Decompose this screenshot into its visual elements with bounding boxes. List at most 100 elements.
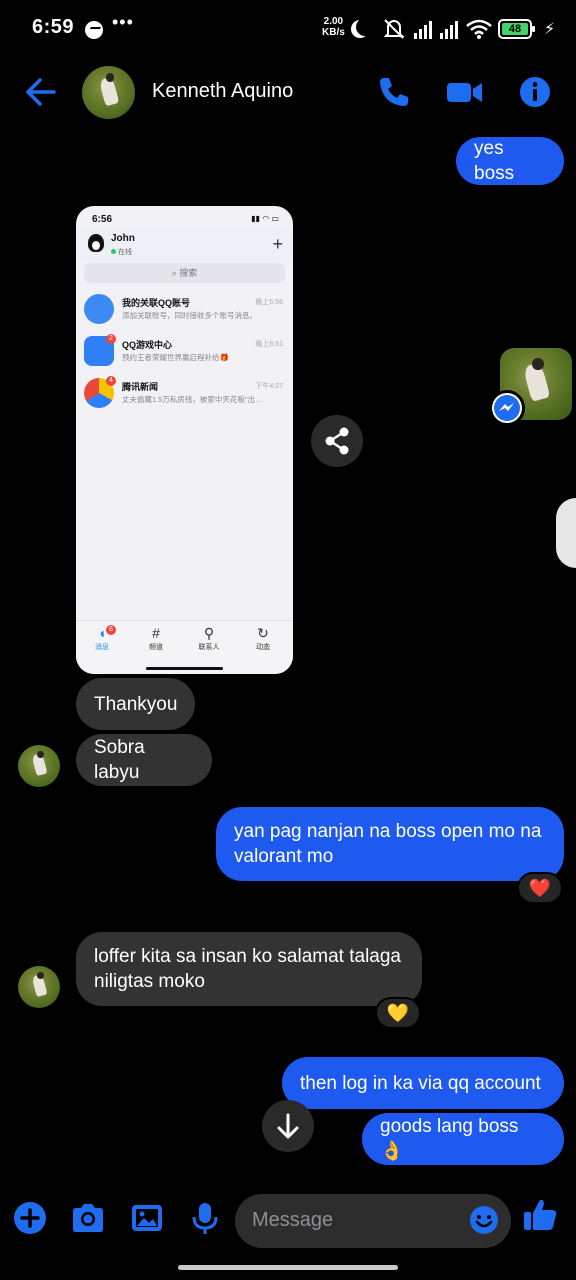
video-call-button[interactable] [446,74,482,110]
refresh-icon: ↻ [257,625,269,641]
like-button[interactable] [522,1196,558,1232]
message-input-placeholder: Message [252,1209,334,1231]
message-reaction[interactable]: ❤️ [517,872,563,904]
message-outgoing[interactable]: then log in ka via qq account [282,1057,564,1109]
shot-row-badge: 4 [106,376,116,386]
shot-header: John 在线 + [76,228,293,262]
hashtag-icon: # [152,625,160,641]
silent-bell-icon [382,18,406,40]
share-button[interactable] [311,415,363,467]
person-icon: ⚲ [203,625,215,641]
chat-bubble-icon: ◖ [97,625,107,641]
network-speed-unit: KB/s [322,27,345,38]
back-button[interactable] [22,74,62,110]
message-text: goods lang boss 👌 [380,1116,519,1162]
shot-row-badge: 2 [106,334,116,344]
message-outgoing[interactable]: goods lang boss 👌 [362,1113,564,1165]
image-icon [132,1205,162,1231]
shot-online-status: 在线 [111,247,132,257]
shot-row-title: 我的关联QQ账号 [122,298,191,308]
info-button[interactable] [517,74,553,110]
back-arrow-icon [26,78,56,106]
shot-row-title: QQ游戏中心 [122,340,173,350]
shot-tab-label: 联系人 [198,644,220,651]
voice-call-button[interactable] [376,74,412,110]
message-list[interactable]: yes boss 6:56 ▮▮ ◠ ▭ John 在线 + ⌕ 搜索 我的关联… [0,128,576,1188]
emoji-button[interactable] [469,1205,499,1235]
shot-tab-label: 动态 [256,644,270,651]
shot-list-item: 我的关联QQ账号 添加关联账号，同时接收多个账号消息。 晚上6:56 [84,292,285,332]
shot-status-icons: ▮▮ ◠ ▭ [251,214,279,223]
gallery-button[interactable] [129,1200,165,1236]
shot-tab-channels: # 频道 [136,625,176,652]
shot-tab-badge: 8 [106,625,116,635]
charging-icon: ⚡ [544,21,556,38]
message-text: Thankyou [94,693,178,715]
message-incoming[interactable]: Thankyou [76,678,195,730]
shot-row-subtitle: 添加关联账号，同时接收多个账号消息。 [122,311,257,320]
home-indicator[interactable] [178,1265,398,1270]
network-speed-value: 2.00 [323,16,344,27]
more-notifications-icon: ••• [112,12,134,32]
shot-list-item: 4 腾讯新闻 丈夫偷藏1.5万私房钱，被家中天花板"出… 下午4:27 [84,376,285,416]
shot-tab-label: 频道 [149,644,163,651]
message-outgoing[interactable]: yes boss [456,137,564,185]
shot-row-subtitle: 丈夫偷藏1.5万私房钱，被家中天花板"出… [122,395,263,404]
battery-level: 48 [502,23,528,35]
contact-name[interactable]: Kenneth Aquino [152,80,293,103]
linked-account-icon [84,294,114,324]
info-icon [520,77,550,107]
shot-tab-bar: ◖ 8 消息 # 频道 ⚲ 联系人 ↻ 动态 [76,620,293,674]
shot-tab-contacts: ⚲ 联系人 [189,625,229,652]
shot-row-subtitle: 预约王者荣耀世界赢启程补给🎁 [122,353,229,362]
messenger-notification-icon [85,21,103,39]
message-input[interactable]: Message [235,1194,511,1248]
status-time: 6:59 [32,16,75,38]
signal-icon-1 [414,19,432,39]
message-text: yes boss [474,138,515,184]
smiley-icon [470,1206,498,1234]
voice-message-button[interactable] [187,1200,223,1236]
share-icon [325,427,349,455]
status-bar: 6:59 ••• 2.00 KB/s 48 ⚡ [0,0,576,56]
message-text: then log in ka via qq account [300,1072,541,1094]
shot-search-label: 搜索 [179,268,198,278]
shot-username: John [111,233,135,244]
camera-icon [73,1204,103,1232]
shot-row-time: 晚上6:51 [255,341,283,348]
contact-avatar[interactable] [82,66,135,119]
signal-icon-2 [440,19,458,39]
phone-icon [380,78,408,106]
sender-avatar[interactable] [18,966,60,1008]
message-text: loffer kita sa insan ko salamat talaga n… [94,946,401,992]
shared-screenshot-image[interactable]: 6:56 ▮▮ ◠ ▭ John 在线 + ⌕ 搜索 我的关联QQ账号 添加关联… [76,206,293,674]
shot-tab-messages: ◖ 8 消息 [82,625,122,652]
shot-tab-feed: ↻ 动态 [243,625,283,652]
message-composer: Message [0,1188,576,1258]
message-reaction[interactable]: 💛 [375,997,421,1029]
message-text: yan pag nanjan na boss open mo na valora… [234,821,542,867]
scroll-to-bottom-button[interactable] [262,1100,314,1152]
plus-circle-icon [14,1202,46,1234]
qq-penguin-icon [88,234,104,252]
shot-row-time: 晚上6:56 [255,299,283,306]
message-incoming[interactable]: loffer kita sa insan ko salamat talaga n… [76,932,422,1006]
shot-home-indicator [146,667,223,670]
network-speed: 2.00 KB/s [322,16,345,38]
message-text: Sobra labyu [94,737,145,783]
camera-button[interactable] [70,1200,106,1236]
plus-icon: + [272,234,283,254]
shot-search-bar: ⌕ 搜索 [84,263,285,283]
shot-row-time: 下午4:27 [255,383,283,390]
chat-header: Kenneth Aquino [0,56,576,128]
arrow-down-icon [277,1113,299,1139]
thumbs-up-icon [524,1199,557,1230]
wifi-icon [466,18,492,40]
message-outgoing[interactable]: yan pag nanjan na boss open mo na valora… [216,807,564,881]
sender-avatar[interactable] [18,745,60,787]
message-incoming[interactable]: Sobra labyu [76,734,212,786]
messenger-logo-icon [489,390,525,426]
video-camera-icon [447,83,482,102]
side-panel-handle[interactable] [556,498,576,568]
more-actions-button[interactable] [12,1200,48,1236]
